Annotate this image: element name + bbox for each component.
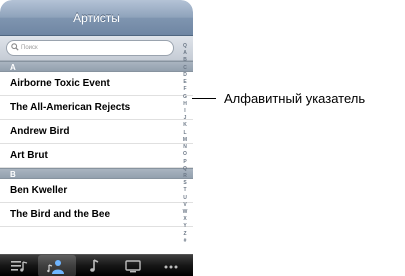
index-letter[interactable]: V xyxy=(183,202,186,208)
index-letter[interactable]: B xyxy=(183,58,187,63)
tab-playlists[interactable] xyxy=(0,255,38,276)
tab-artists[interactable] xyxy=(38,255,76,276)
index-letter[interactable]: W xyxy=(183,210,188,215)
section-header-b: B xyxy=(0,168,193,179)
index-letter[interactable]: # xyxy=(184,238,187,244)
callout-label: Алфавитный указатель xyxy=(224,91,366,106)
index-letter[interactable]: R xyxy=(183,173,187,179)
list-item[interactable]: Art Brut xyxy=(0,144,193,168)
index-letter[interactable]: K xyxy=(183,123,187,128)
section-header-a: A xyxy=(0,61,193,72)
index-letter[interactable]: I xyxy=(184,108,185,114)
index-letter[interactable]: P xyxy=(183,159,186,165)
index-letter[interactable]: Q xyxy=(183,44,187,49)
index-letter[interactable]: X xyxy=(183,217,186,222)
index-letter[interactable]: Q xyxy=(183,166,187,172)
index-letter[interactable]: J xyxy=(184,116,187,121)
list-item[interactable]: Airborne Toxic Event xyxy=(0,72,193,96)
more-icon xyxy=(164,265,178,269)
index-letter[interactable]: S xyxy=(183,181,186,186)
index-letter[interactable]: Y xyxy=(183,224,186,229)
index-letter[interactable]: U xyxy=(183,195,187,201)
index-letter[interactable]: T xyxy=(183,188,186,193)
phone-screen: Артисты Поиск A Airborne Toxic Event The… xyxy=(0,0,193,276)
search-icon xyxy=(11,43,19,51)
alphabet-index[interactable]: Q A B C D E F G H I J K L M N O P Q R S T U V W X Y Z # xyxy=(178,44,192,244)
page-title: Артисты xyxy=(73,11,120,25)
videos-icon xyxy=(125,260,141,273)
playlists-icon xyxy=(11,261,28,272)
index-letter[interactable]: D xyxy=(183,72,187,78)
index-letter[interactable]: N xyxy=(183,145,187,150)
index-letter[interactable]: L xyxy=(183,130,186,136)
index-letter[interactable]: A xyxy=(183,51,187,56)
index-letter[interactable]: M xyxy=(183,137,187,143)
index-letter[interactable]: C xyxy=(183,65,187,71)
index-letter[interactable]: Z xyxy=(183,231,186,237)
tab-videos[interactable] xyxy=(114,255,152,276)
search-input[interactable]: Поиск xyxy=(6,40,174,56)
search-bar: Поиск xyxy=(0,36,193,61)
list-item[interactable]: Ben Kweller xyxy=(0,179,193,203)
index-letter[interactable]: O xyxy=(183,152,187,157)
navigation-bar: Артисты xyxy=(0,0,193,36)
callout-line xyxy=(192,98,216,99)
list-item[interactable]: Andrew Bird xyxy=(0,120,193,144)
songs-icon xyxy=(90,259,99,272)
index-letter[interactable]: H xyxy=(183,101,187,107)
search-placeholder: Поиск xyxy=(21,45,38,51)
index-letter[interactable]: G xyxy=(183,94,187,100)
tab-more[interactable] xyxy=(152,255,190,276)
index-letter[interactable]: F xyxy=(183,87,186,92)
list-item[interactable]: The All-American Rejects xyxy=(0,96,193,120)
tab-bar xyxy=(0,254,193,276)
list-item[interactable]: The Bird and the Bee xyxy=(0,203,193,227)
index-letter[interactable]: E xyxy=(183,80,186,85)
artists-icon xyxy=(47,260,64,274)
artist-list[interactable]: A Airborne Toxic Event The All-American … xyxy=(0,61,193,227)
tab-songs[interactable] xyxy=(76,255,114,276)
